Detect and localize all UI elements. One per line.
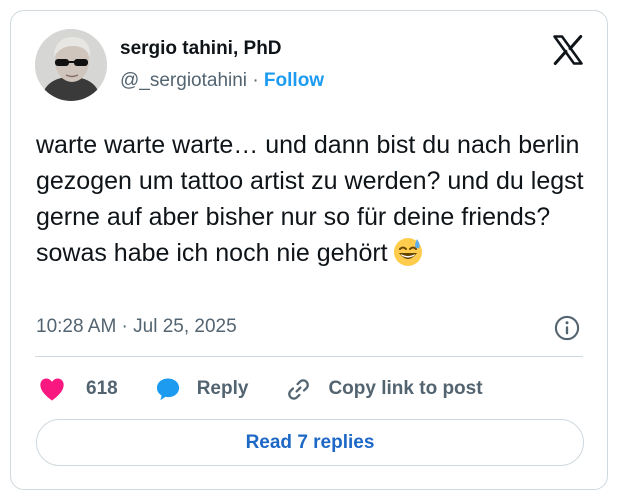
- copy-link-label: Copy link to post: [328, 378, 483, 399]
- link-icon: [288, 378, 310, 400]
- like-button[interactable]: 618: [38, 376, 118, 402]
- handle-separator: ·: [252, 70, 259, 91]
- tweet-text: warte warte warte… und dann bist du nach…: [36, 127, 596, 278]
- read-replies-button[interactable]: Read 7 replies: [36, 419, 584, 466]
- reply-button[interactable]: Reply: [154, 375, 249, 403]
- heart-icon: [40, 378, 64, 401]
- author-display-name[interactable]: sergio tahini, PhD: [120, 38, 282, 60]
- tweet-embed-card: sergio tahini, PhD @_sergiotahini · Foll…: [10, 10, 608, 490]
- author-handle[interactable]: @_sergiotahini: [120, 70, 247, 91]
- x-logo-icon[interactable]: [550, 32, 586, 68]
- reply-bubble-icon: [156, 378, 179, 401]
- info-icon[interactable]: [553, 314, 581, 342]
- tweet-body: warte warte warte… und dann bist du nach…: [36, 131, 584, 267]
- reply-label: Reply: [196, 378, 249, 399]
- divider: [35, 356, 583, 357]
- sweat-smile-emoji: [392, 236, 424, 278]
- tweet-timestamp[interactable]: 10:28 AM · Jul 25, 2025: [36, 316, 237, 338]
- author-handle-row: @_sergiotahini · Follow: [120, 70, 324, 92]
- copy-link-button[interactable]: Copy link to post: [285, 376, 483, 403]
- action-bar: 618 Reply Copy link to post: [38, 374, 483, 404]
- like-count: 618: [86, 378, 118, 399]
- avatar[interactable]: [35, 29, 107, 101]
- follow-button[interactable]: Follow: [264, 70, 324, 91]
